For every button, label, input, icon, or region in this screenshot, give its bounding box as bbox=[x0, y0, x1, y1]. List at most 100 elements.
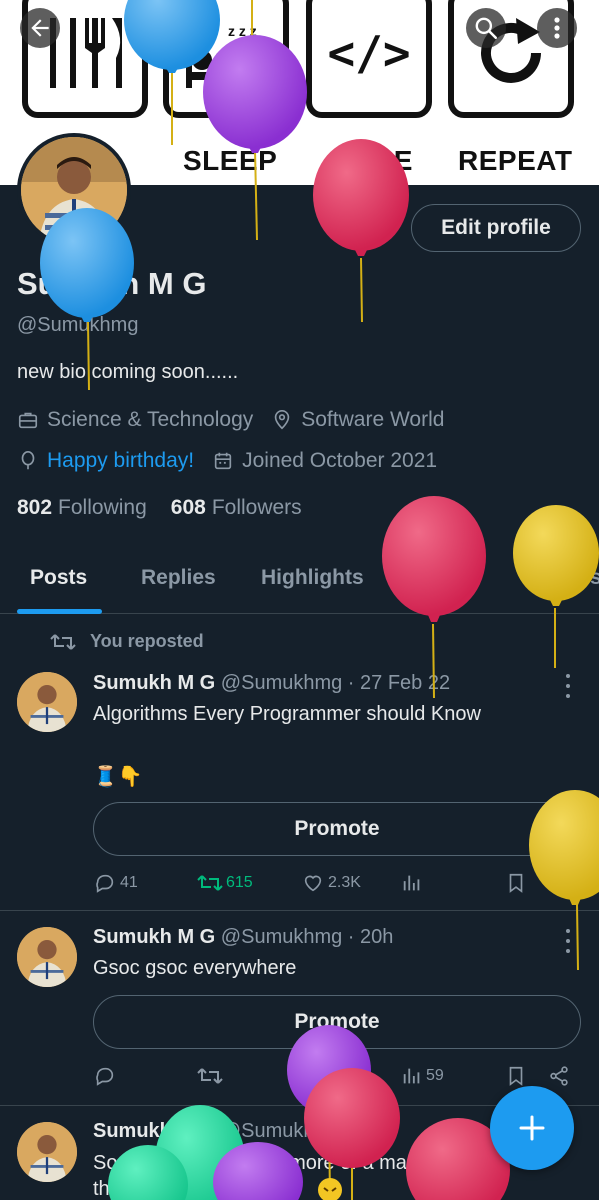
tab-replies[interactable]: Replies bbox=[141, 566, 216, 590]
followers-link[interactable]: 608 Followers bbox=[171, 496, 302, 520]
share-button[interactable] bbox=[548, 1065, 573, 1087]
post-text: Gsoc gsoc everywhere bbox=[93, 957, 297, 979]
post-actions: 59 bbox=[93, 1065, 583, 1091]
edit-profile-button[interactable]: Edit profile bbox=[411, 204, 581, 252]
bookmark-icon bbox=[509, 1066, 523, 1086]
plus-icon bbox=[519, 1115, 545, 1141]
sleep-word: SLEEP bbox=[183, 145, 278, 176]
back-button[interactable] bbox=[20, 8, 60, 48]
repost-button[interactable]: 615 bbox=[197, 872, 253, 894]
views-chart-icon bbox=[403, 1068, 420, 1084]
views-count: 59 bbox=[426, 1067, 444, 1084]
following-link[interactable]: 802 Following bbox=[17, 496, 147, 520]
post-actions: 41 615 2.3K bbox=[93, 872, 583, 898]
category-item: Science & Technology bbox=[17, 408, 253, 432]
code-word: CODE bbox=[330, 145, 413, 176]
views-button[interactable]: 59 bbox=[401, 1065, 444, 1087]
svg-text:z z z: z z z bbox=[228, 23, 257, 39]
calendar-icon bbox=[214, 452, 232, 470]
promote-button[interactable]: Promote bbox=[93, 995, 581, 1049]
profile-avatar[interactable] bbox=[17, 133, 131, 247]
bookmark-button[interactable] bbox=[505, 872, 530, 894]
following-label: Following bbox=[58, 496, 147, 519]
post-avatar[interactable] bbox=[17, 672, 77, 732]
post-header: Sumukh M G @Sumukhmg · 27 Feb 22 bbox=[93, 672, 450, 695]
sleep-box: z z z bbox=[163, 0, 289, 118]
search-icon bbox=[475, 17, 498, 40]
like-button[interactable]: 2.3K bbox=[301, 872, 361, 894]
post-handle-time: @Sumukhmg · 1d bbox=[220, 1120, 383, 1142]
followers-count: 608 bbox=[170, 496, 206, 519]
balloon-icon bbox=[21, 451, 35, 470]
post-text-line-1: Sometimes I think I'm more of a marketin… bbox=[93, 1152, 505, 1174]
more-options-button[interactable] bbox=[537, 8, 577, 48]
post-1[interactable]: Sumukh M G @Sumukhmg · 27 Feb 22 Algorit… bbox=[0, 614, 599, 911]
followers-label: Followers bbox=[211, 496, 302, 519]
birthday-link[interactable]: Happy birthday! bbox=[47, 449, 194, 473]
more-vertical-icon bbox=[554, 17, 560, 39]
compose-post-button[interactable] bbox=[490, 1086, 574, 1170]
post-emoji: 🧵👇 bbox=[93, 766, 143, 788]
person-photo bbox=[17, 1122, 77, 1182]
joined-item: Joined October 2021 bbox=[212, 449, 437, 473]
person-photo bbox=[21, 137, 127, 243]
heart-icon bbox=[304, 875, 322, 892]
location-pin-icon bbox=[275, 410, 290, 430]
location-text: Software World bbox=[301, 408, 445, 431]
post-avatar[interactable] bbox=[17, 1122, 77, 1182]
post-header: Sumukh M G @Sumukhmg · 20h bbox=[93, 926, 393, 949]
profile-name: Sumukh M G bbox=[17, 266, 207, 301]
post-2[interactable]: Sumukh M G @Sumukhmg · 20h Gsoc gsoc eve… bbox=[0, 911, 599, 1106]
heart-icon bbox=[304, 1068, 322, 1085]
profile-handle: @Sumukhmg bbox=[17, 314, 139, 336]
tab-highlights[interactable]: Highlights bbox=[261, 566, 364, 590]
location-item: Software World bbox=[271, 408, 444, 432]
post-author-name[interactable]: Sumukh M G bbox=[93, 672, 215, 694]
repost-icon bbox=[197, 875, 223, 891]
follow-stats: 802 Following 608 Followers bbox=[17, 496, 326, 520]
profile-tabs: Posts Replies Highlights Media Likes bbox=[0, 546, 599, 614]
post-header: Sumukh M G @Sumukhmg · 1d bbox=[93, 1120, 382, 1143]
views-chart-icon bbox=[403, 875, 420, 891]
profile-meta-row-1: Science & Technology Software World bbox=[17, 408, 462, 432]
share-icon bbox=[550, 1066, 568, 1086]
post-handle-time: @Sumukhmg · 20h bbox=[220, 926, 394, 948]
bed-icon: z z z bbox=[186, 23, 270, 88]
repost-button[interactable] bbox=[197, 1065, 226, 1087]
promote-button[interactable]: Promote bbox=[93, 802, 581, 856]
tab-likes[interactable]: Likes bbox=[548, 566, 599, 590]
bookmark-icon bbox=[509, 873, 523, 893]
tab-media[interactable]: Media bbox=[419, 566, 479, 590]
reply-button[interactable]: 41 bbox=[93, 872, 138, 894]
arrow-left-icon bbox=[31, 19, 49, 37]
reply-icon bbox=[96, 1067, 114, 1086]
bookmark-button[interactable] bbox=[505, 1065, 530, 1087]
repost-count: 615 bbox=[226, 874, 253, 891]
post-handle-time: @Sumukhmg · 27 Feb 22 bbox=[220, 672, 451, 694]
views-button[interactable] bbox=[401, 872, 426, 894]
briefcase-icon bbox=[18, 412, 38, 429]
like-count: 2.3K bbox=[328, 874, 361, 891]
post-author-name[interactable]: Sumukh M G bbox=[93, 926, 215, 948]
person-photo bbox=[17, 672, 77, 732]
reply-count: 41 bbox=[120, 874, 138, 891]
reply-icon bbox=[96, 874, 114, 893]
tab-posts[interactable]: Posts bbox=[30, 566, 87, 590]
share-button[interactable] bbox=[548, 872, 573, 894]
search-button[interactable] bbox=[466, 8, 506, 48]
reply-button[interactable] bbox=[93, 1065, 120, 1087]
joined-text: Joined October 2021 bbox=[242, 449, 438, 472]
post-author-name[interactable]: Sumukh M G bbox=[93, 1120, 215, 1142]
code-icon: </> bbox=[327, 26, 411, 80]
post-text: Algorithms Every Programmer should Know bbox=[93, 703, 481, 725]
birthday-item[interactable]: Happy birthday! bbox=[17, 449, 194, 473]
repost-icon bbox=[197, 1068, 223, 1084]
post-more-button[interactable] bbox=[560, 674, 576, 698]
post-more-button[interactable] bbox=[560, 929, 576, 953]
post-avatar[interactable] bbox=[17, 927, 77, 987]
share-icon bbox=[550, 873, 568, 893]
like-button[interactable] bbox=[301, 1065, 328, 1087]
code-box: </> bbox=[306, 0, 432, 118]
person-photo bbox=[17, 927, 77, 987]
post-text-line-2: than software engineer bbox=[93, 1178, 297, 1200]
